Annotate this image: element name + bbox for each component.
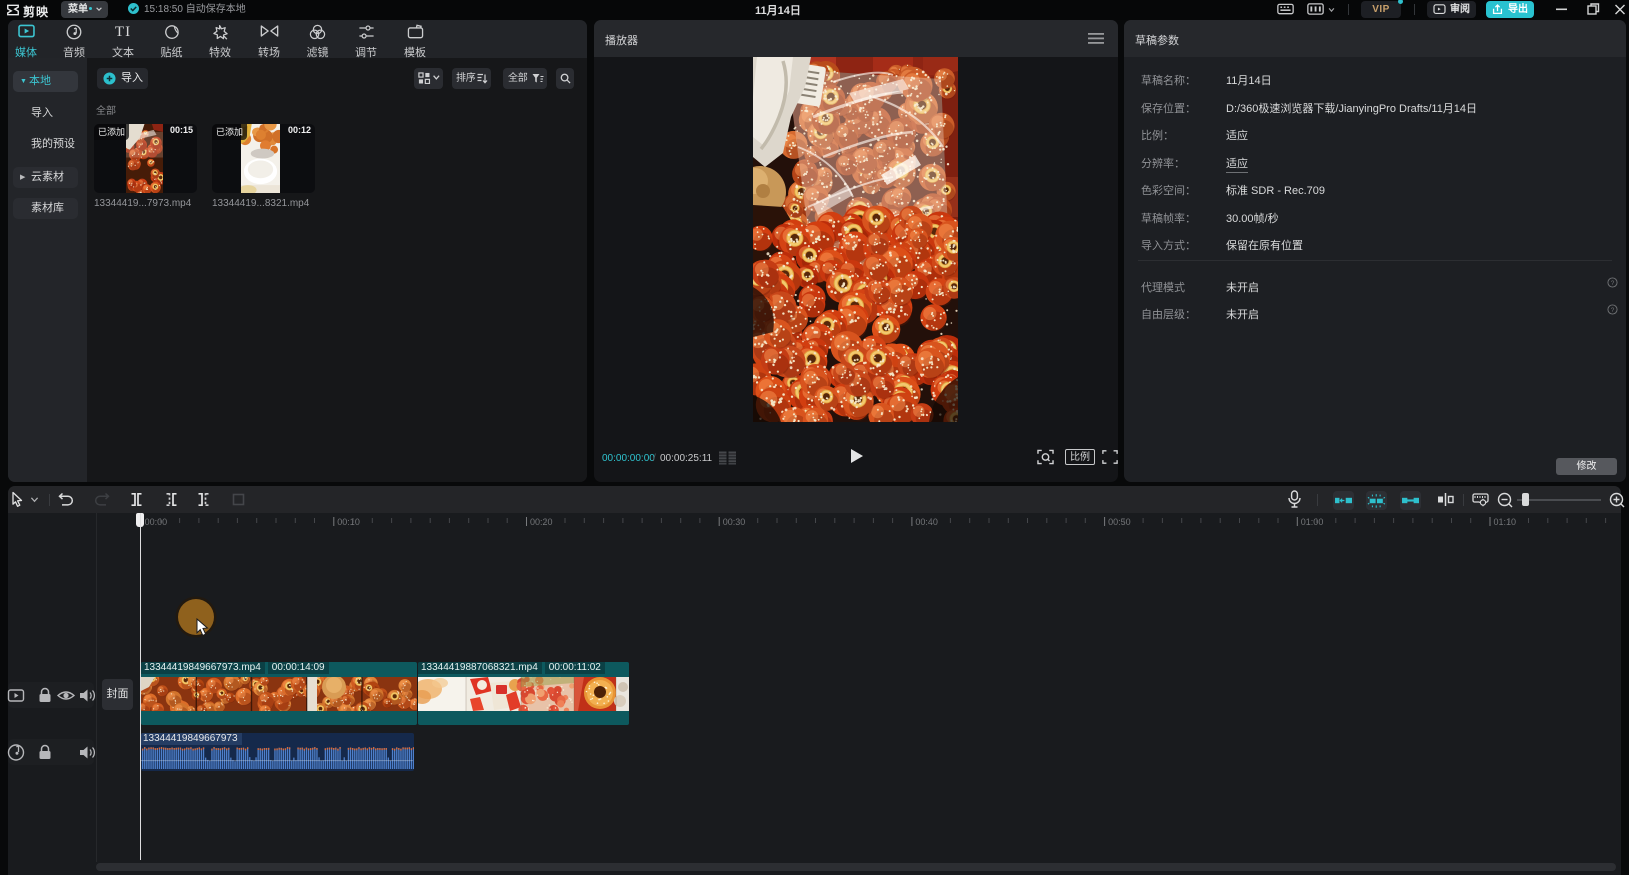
svg-text:?: ? xyxy=(1611,307,1615,314)
svg-text:?: ? xyxy=(1611,280,1615,287)
svg-text:00:00: 00:00 xyxy=(145,517,168,527)
